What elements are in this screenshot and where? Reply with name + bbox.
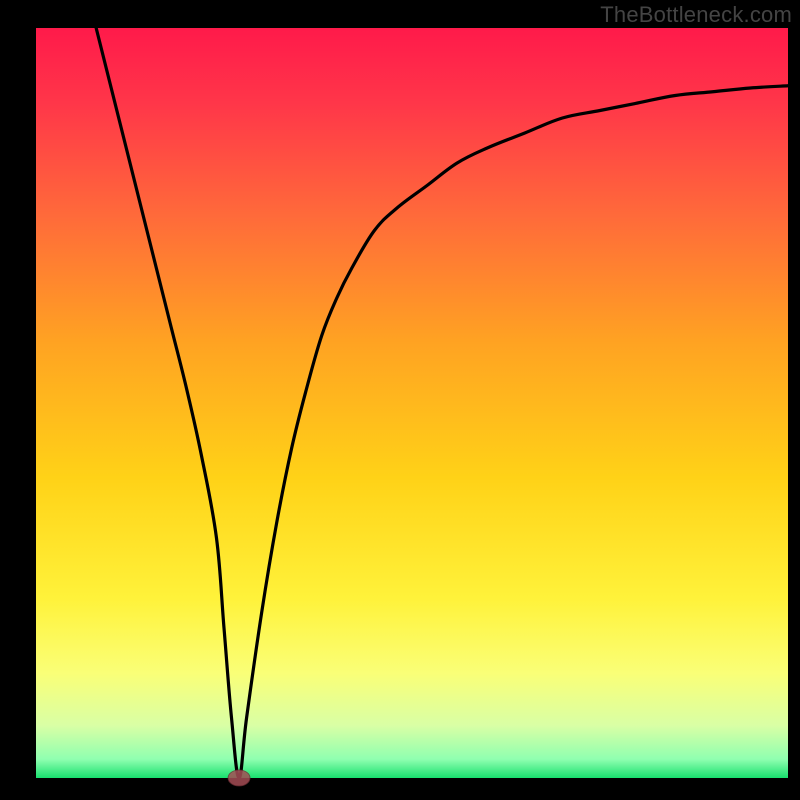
optimal-point-marker [228, 770, 250, 786]
plot-background [36, 28, 788, 778]
watermark-text: TheBottleneck.com [600, 2, 792, 28]
bottleneck-chart [0, 0, 800, 800]
chart-container: TheBottleneck.com [0, 0, 800, 800]
